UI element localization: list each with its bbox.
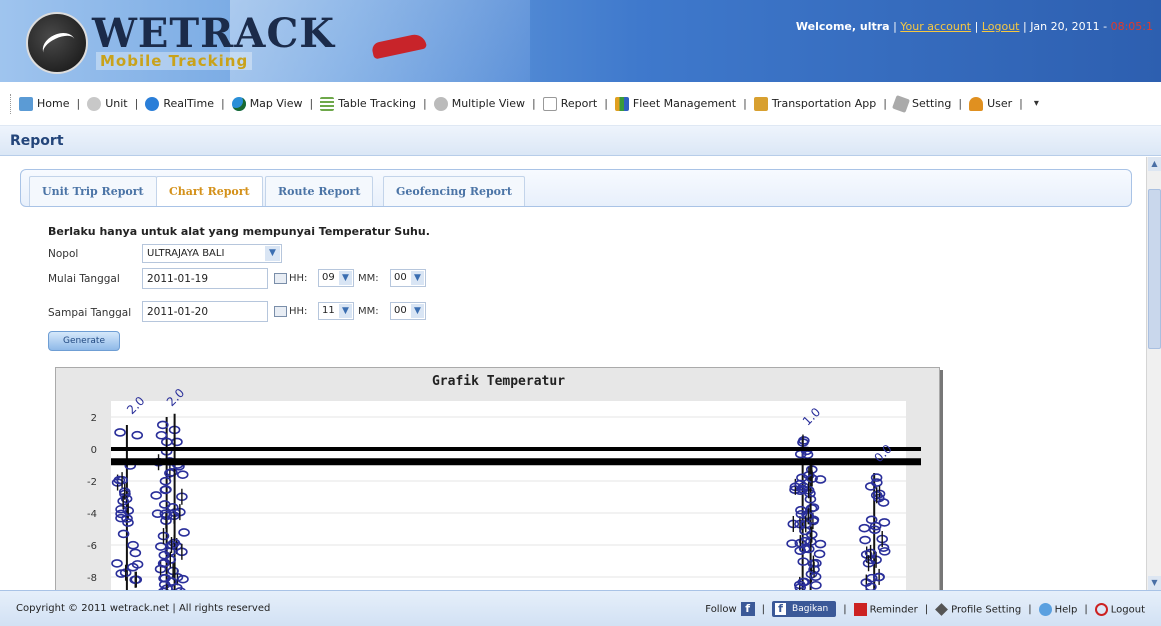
start-hour-select[interactable]: 09 ▼ <box>318 269 354 287</box>
chevron-down-icon: ▼ <box>339 304 352 318</box>
menu-realtime[interactable]: RealTime <box>145 96 214 111</box>
end-hour-select[interactable]: 11 ▼ <box>318 302 354 320</box>
globe-icon <box>231 96 246 111</box>
start-minute-select[interactable]: 00 ▼ <box>390 269 426 287</box>
y-tick-label: 2 <box>91 413 97 424</box>
menu-transportation-app[interactable]: Transportation App <box>753 96 876 111</box>
multiple-view-icon <box>433 96 448 111</box>
scroll-up-icon[interactable]: ▲ <box>1148 157 1161 171</box>
page-title-bar: Report <box>0 126 1161 156</box>
calendar-icon[interactable] <box>274 306 287 317</box>
reminder-icon <box>853 602 867 616</box>
scroll-down-icon[interactable]: ▼ <box>1148 576 1161 590</box>
nopol-select[interactable]: ULTRAJAYA BALI ▼ <box>142 244 282 263</box>
facebook-share-button[interactable]: f Bagikan <box>772 601 837 617</box>
help-link[interactable]: Help <box>1038 602 1077 616</box>
follow-label: Follow <box>705 603 737 615</box>
menu-home[interactable]: Home <box>19 96 69 111</box>
start-date-input[interactable]: 2011-01-19 <box>142 268 268 289</box>
report-content: Unit Trip Report Chart Report Route Repo… <box>0 157 1146 590</box>
footer-logout-link[interactable]: Logout <box>1094 602 1145 616</box>
tab-unit-trip-report[interactable]: Unit Trip Report <box>29 176 157 206</box>
transport-icon <box>753 96 768 111</box>
y-tick-label: -4 <box>87 509 97 520</box>
document-icon <box>542 96 557 111</box>
table-icon <box>320 96 335 111</box>
calendar-icon[interactable] <box>274 273 287 284</box>
tab-route-report[interactable]: Route Report <box>265 176 374 206</box>
y-tick-label: -2 <box>87 477 97 488</box>
current-time: 08:05:1 <box>1110 20 1153 33</box>
fleet-icon <box>614 96 629 111</box>
menu-unit[interactable]: Unit <box>87 96 128 111</box>
start-hh-label: HH: <box>289 273 308 284</box>
vertical-scrollbar[interactable]: ▲ ▼ <box>1146 157 1161 590</box>
footer: Copyright © 2011 wetrack.net | All right… <box>0 590 1161 626</box>
menu-grip <box>10 93 13 114</box>
y-tick-label: -8 <box>87 573 97 584</box>
menu-multiple-view[interactable]: Multiple View <box>433 96 525 111</box>
menu-fleet-management[interactable]: Fleet Management <box>614 96 736 111</box>
settings-icon <box>891 94 910 113</box>
menu-setting[interactable]: Setting <box>891 94 951 113</box>
welcome-text: Welcome, ultra <box>795 20 890 33</box>
temperature-chart: Grafik Temperatur 2 0 -2 -4 -6 -8 2.0 2.0 1.0 0.0 <box>55 367 940 590</box>
chevron-down-icon: ▼ <box>265 246 280 261</box>
plot-area <box>111 401 906 590</box>
facebook-icon[interactable]: f <box>740 602 755 616</box>
y-tick-label: -6 <box>87 541 97 552</box>
profile-icon <box>935 602 949 616</box>
end-date-label: Sampai Tanggal <box>48 307 132 319</box>
scroll-thumb[interactable] <box>1148 189 1161 349</box>
tab-geofencing-report[interactable]: Geofencing Report <box>383 176 525 206</box>
end-hh-label: HH: <box>289 306 308 317</box>
form-note: Berlaku hanya untuk alat yang mempunyai … <box>48 225 430 238</box>
chart-plot: 20-2-4-6-82.0 2.01.00.0 <box>87 386 921 590</box>
wetrack-logo-icon[interactable] <box>26 12 88 74</box>
your-account-link[interactable]: Your account <box>900 20 971 33</box>
home-icon <box>19 96 33 111</box>
facebook-icon: f <box>775 603 787 615</box>
current-date: Jan 20, 2011 - <box>1030 20 1108 33</box>
main-menu: Home | Unit | RealTime | Map View | Tabl… <box>0 82 1161 126</box>
header-banner: WETRACK Mobile Tracking Welcome, ultra |… <box>0 0 1161 82</box>
menu-user[interactable]: User <box>969 96 1012 111</box>
y-tick-label: 0 <box>91 445 97 456</box>
copyright-text: Copyright © 2011 wetrack.net | All right… <box>16 603 271 614</box>
start-mm-label: MM: <box>358 273 379 284</box>
end-minute-select[interactable]: 00 ▼ <box>390 302 426 320</box>
menu-table-tracking[interactable]: Table Tracking <box>320 96 416 111</box>
tab-chart-report[interactable]: Chart Report <box>156 176 263 206</box>
chevron-down-icon: ▼ <box>411 271 424 285</box>
welcome-bar: Welcome, ultra | Your account | Logout |… <box>795 20 1153 33</box>
user-icon <box>969 96 984 111</box>
menu-overflow-icon[interactable]: ▾ <box>1034 98 1039 109</box>
end-mm-label: MM: <box>358 306 379 317</box>
page-title: Report <box>10 133 64 149</box>
logo-text: WETRACK <box>92 10 336 57</box>
unit-icon <box>87 96 102 111</box>
menu-map-view[interactable]: Map View <box>231 96 303 111</box>
footer-links: Follow f | f Bagikan | Reminder | Profile… <box>705 601 1145 617</box>
logout-icon <box>1094 602 1108 616</box>
end-date-input[interactable]: 2011-01-20 <box>142 301 268 322</box>
nopol-label: Nopol <box>48 248 79 260</box>
logout-link[interactable]: Logout <box>982 20 1020 33</box>
help-icon <box>1038 602 1052 616</box>
reminder-link[interactable]: Reminder <box>853 602 918 616</box>
report-tabs: Unit Trip Report Chart Report Route Repo… <box>20 169 1132 207</box>
chevron-down-icon: ▼ <box>411 304 424 318</box>
chevron-down-icon: ▼ <box>339 271 352 285</box>
profile-setting-link[interactable]: Profile Setting <box>935 602 1021 616</box>
menu-report[interactable]: Report <box>542 96 597 111</box>
logo-subtitle: Mobile Tracking <box>96 52 253 70</box>
start-date-label: Mulai Tanggal <box>48 273 120 285</box>
generate-button[interactable]: Generate <box>48 331 120 351</box>
realtime-icon <box>145 96 160 111</box>
